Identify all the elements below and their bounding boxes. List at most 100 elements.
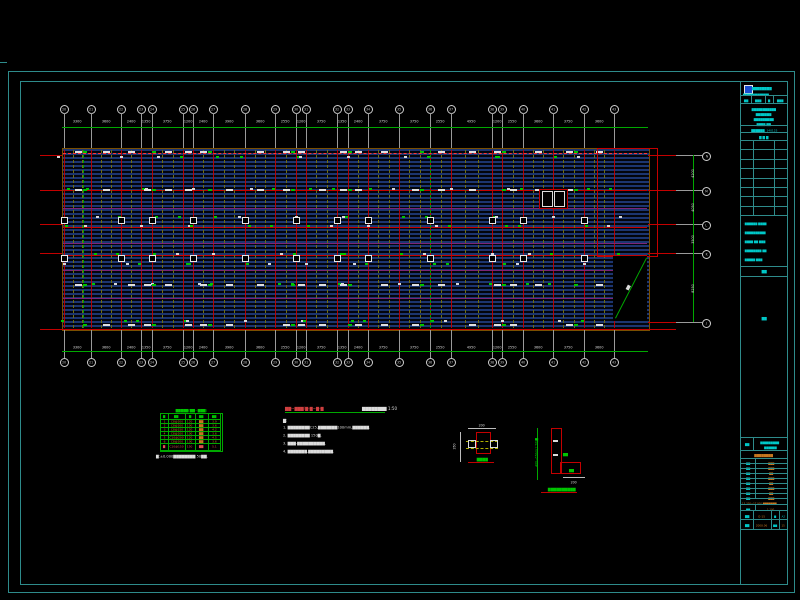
dim-text: 8250 [685,284,701,293]
ref-line-green-dashed [83,150,84,328]
dim-text: 4200 [685,169,701,178]
beam-label [103,324,110,326]
dim-text: 3300 [63,117,93,126]
grid-bubble: 40 [519,358,528,367]
beam-label [185,151,192,153]
rebar-tick [124,320,127,322]
beam-label [152,284,156,286]
column-marker [242,217,249,224]
rebar-tick [67,188,70,190]
rebar-tick [345,216,348,218]
dim-line-top [62,127,648,128]
floor-plan-drawing: 2020212122222323242425252626272728282929… [0,0,800,600]
beam-label [574,324,578,326]
rebar-tick [303,320,306,322]
beam-label [420,151,424,153]
rebar-tick [248,225,251,227]
tb-divider [741,519,787,520]
detail-a-label-underline [468,462,494,463]
detail-b-label-underline [541,492,577,493]
rebar-tick [450,188,453,190]
dim-text: 3500 [685,235,701,244]
joist-line-dashed [73,150,74,328]
grid-line-red [399,150,400,328]
grid-line-red [193,150,194,328]
beam-label [340,284,347,286]
beam-label [340,189,347,191]
beam-label [152,189,156,191]
beam-label [381,151,388,153]
column-marker [293,255,300,262]
beam-label [510,189,517,191]
table-cell: 5.1 [208,443,221,451]
grid-line-red [121,150,122,328]
grid-bubble: 23 [137,358,146,367]
joist-line-dashed [465,150,466,328]
rebar-table: ▇▇▇▇▇▇▇▇1C8@200120▇▇3.92C8@200100▇▇3.63C… [160,413,223,452]
rebar-tick [96,216,99,218]
joist-line-dashed [420,150,421,328]
rebar-tick [157,156,160,158]
grid-bubble: 33 [344,358,353,367]
rebar-tick [238,216,241,218]
tb-divider [741,206,787,207]
grid-bubble: 30 [292,358,301,367]
tb-divider [741,215,787,216]
beam-label [355,189,362,191]
beam-label [75,151,82,153]
beam-label [355,324,362,326]
grid-line-red [502,150,503,328]
beam-label [494,324,501,326]
detail-a-column-outline [476,432,491,454]
beam-label [298,324,305,326]
column-marker [190,255,197,262]
rebar-tick [497,156,500,158]
column-marker [293,217,300,224]
beam-label [128,151,135,153]
detail-a-hatch [490,440,498,448]
joist-line-dashed [265,150,266,328]
opening [542,191,553,207]
detail-a: 200 350 ▇▇▇▇ [450,420,505,470]
dim-text: 2550 [426,343,456,352]
beam-label [596,324,603,326]
beam-label [128,324,135,326]
grid-line-red [152,150,153,328]
rebar-tick [577,156,580,158]
grid-line-red [275,150,276,328]
beam-label [574,189,578,191]
beam-label [208,324,212,326]
tb-divider [741,510,787,511]
rebar-tick [186,320,189,322]
grid-line-red [348,150,349,328]
rebar-tick [244,320,247,322]
rebar-tick [246,263,249,265]
beam-label [502,284,506,286]
joist-line-dashed [101,150,102,328]
beam-label [283,151,290,153]
plan-slab-hatch [62,148,650,331]
rebar-tick [63,263,66,265]
rebar-tick [92,283,95,285]
beam-label [535,151,542,153]
beam-label [348,151,352,153]
beam-label [319,324,326,326]
dim-text: 3300 [63,343,93,352]
dim-text: 3600 [584,343,614,352]
grid-bubble: 29 [271,358,280,367]
rebar-tick [212,253,215,255]
dim-text: 3600 [523,343,553,352]
joist-line-dashed [513,150,514,328]
grid-line-red [523,150,524,328]
rebar-tick [343,253,346,255]
column-marker [118,255,125,262]
joist-line-dashed [574,150,575,328]
beam-label [291,324,295,326]
ext-line-red [648,322,676,323]
column-marker [581,255,588,262]
beam-label [494,151,501,153]
dim-text: 3750 [554,343,584,352]
grid-line-red [141,150,142,328]
detail-a-dashed-edge [466,448,498,449]
rebar-tick [114,283,117,285]
